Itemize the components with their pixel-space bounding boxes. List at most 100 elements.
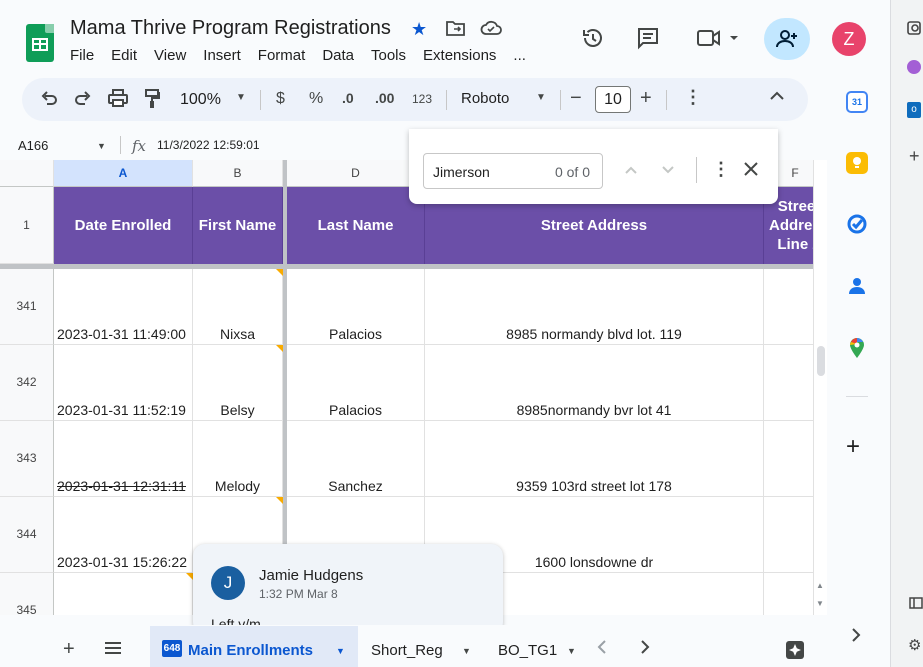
- comments-icon[interactable]: [636, 26, 660, 56]
- cell-date-enrolled[interactable]: 2023-01-31 11:52:19: [54, 345, 193, 421]
- row-header[interactable]: 345: [0, 573, 54, 615]
- tasks-icon[interactable]: [846, 213, 868, 235]
- contacts-icon[interactable]: [846, 275, 868, 297]
- show-side-panel-chevron-icon[interactable]: [851, 628, 861, 647]
- header-cell-last-name[interactable]: Last Name: [287, 187, 425, 264]
- menu-format[interactable]: Format: [258, 47, 306, 64]
- move-folder-icon[interactable]: [446, 20, 466, 41]
- find-more-options-icon[interactable]: ⋮: [712, 159, 730, 180]
- decrease-decimal-button[interactable]: .0: [342, 90, 354, 106]
- header-cell-date-enrolled[interactable]: Date Enrolled: [54, 187, 193, 264]
- row-header[interactable]: 344: [0, 497, 54, 573]
- column-header-b[interactable]: B: [193, 160, 283, 187]
- sheet-tab-menu-icon[interactable]: ▼: [462, 646, 471, 656]
- scroll-down-icon[interactable]: ▼: [816, 599, 824, 608]
- all-sheets-icon[interactable]: [104, 641, 122, 659]
- name-box[interactable]: A166: [18, 138, 48, 153]
- scroll-tabs-left-chevron-icon[interactable]: [597, 640, 607, 658]
- percent-format-button[interactable]: %: [309, 90, 323, 108]
- note-indicator[interactable]: [276, 345, 283, 352]
- sheet-tab-menu-icon[interactable]: ▼: [336, 646, 345, 656]
- browser-settings-gear-icon[interactable]: ⚙: [908, 636, 921, 654]
- outlook-icon[interactable]: o: [907, 102, 921, 118]
- menu-more[interactable]: ...: [513, 47, 526, 64]
- column-header-a[interactable]: A: [54, 160, 193, 187]
- explore-icon[interactable]: [785, 640, 805, 664]
- increase-decimal-button[interactable]: .00: [375, 90, 394, 106]
- font-family-select[interactable]: Roboto: [461, 90, 509, 107]
- cell-last-name[interactable]: Palacios: [287, 269, 425, 345]
- document-title[interactable]: Mama Thrive Program Registrations: [70, 17, 391, 40]
- cell-first-name[interactable]: Belsy: [193, 345, 283, 421]
- font-chevron-down-icon[interactable]: ▼: [536, 92, 546, 103]
- sheet-tab-menu-icon[interactable]: ▼: [567, 646, 576, 656]
- scrollbar-thumb[interactable]: [817, 346, 825, 376]
- cell-first-name[interactable]: Melody: [193, 421, 283, 497]
- menu-data[interactable]: Data: [322, 47, 354, 64]
- scroll-tabs-right-chevron-icon[interactable]: [640, 640, 650, 658]
- cell-street-address[interactable]: 8985normandy bvr lot 41: [425, 345, 764, 421]
- formula-input[interactable]: 11/3/2022 12:59:01: [157, 138, 260, 152]
- undo-icon[interactable]: [40, 89, 58, 112]
- close-find-icon[interactable]: [744, 162, 758, 179]
- add-sheet-icon[interactable]: +: [63, 638, 75, 661]
- redo-icon[interactable]: [74, 89, 92, 112]
- paint-format-icon[interactable]: [144, 89, 160, 114]
- keep-icon[interactable]: [846, 152, 868, 174]
- copilot-icon[interactable]: [907, 60, 921, 74]
- row-header-1[interactable]: 1: [0, 187, 54, 264]
- decrease-font-size-icon[interactable]: −: [570, 87, 582, 110]
- column-header-d[interactable]: D: [287, 160, 425, 187]
- star-icon[interactable]: ★: [411, 19, 427, 40]
- row-header[interactable]: 343: [0, 421, 54, 497]
- increase-font-size-icon[interactable]: +: [640, 87, 652, 110]
- cell-date-enrolled[interactable]: 2023-01-31 11:49:00: [54, 269, 193, 345]
- sheet-tab-label[interactable]: Main Enrollments: [188, 642, 313, 659]
- cell-last-name[interactable]: Palacios: [287, 345, 425, 421]
- note-indicator[interactable]: [186, 573, 193, 580]
- cell-date-enrolled[interactable]: 2023-01-31 12:31:11: [54, 421, 193, 497]
- cloud-saved-icon[interactable]: [480, 20, 502, 41]
- more-formats-button[interactable]: 123: [412, 92, 432, 106]
- menu-view[interactable]: View: [154, 47, 186, 64]
- browser-search-icon[interactable]: [907, 20, 923, 41]
- cell-last-name[interactable]: Sanchez: [287, 421, 425, 497]
- cell-date-enrolled[interactable]: 2023-01-31 15:26:22: [54, 497, 193, 573]
- font-size-input[interactable]: 10: [595, 86, 631, 113]
- browser-panel-icon[interactable]: [909, 596, 923, 615]
- scroll-up-icon[interactable]: ▲: [816, 581, 824, 590]
- menu-file[interactable]: File: [70, 47, 94, 64]
- maps-icon[interactable]: [846, 337, 868, 359]
- zoom-chevron-down-icon[interactable]: ▼: [236, 92, 246, 103]
- menu-insert[interactable]: Insert: [203, 47, 241, 64]
- previous-match-chevron-up-icon[interactable]: [625, 161, 637, 177]
- header-cell-first-name[interactable]: First Name: [193, 187, 283, 264]
- comment-card[interactable]: J Jamie Hudgens 1:32 PM Mar 8 Left v/m: [193, 544, 503, 634]
- name-box-chevron-down-icon[interactable]: ▼: [97, 141, 106, 151]
- cell-first-name[interactable]: Nixsa: [193, 269, 283, 345]
- next-match-chevron-down-icon[interactable]: [662, 161, 674, 177]
- note-indicator[interactable]: [276, 269, 283, 276]
- more-options-icon[interactable]: ⋮: [684, 87, 702, 108]
- share-button[interactable]: [764, 18, 810, 60]
- sheet-tab-short-reg[interactable]: Short_Reg: [371, 642, 443, 659]
- currency-format-button[interactable]: $: [276, 90, 285, 108]
- version-history-icon[interactable]: [581, 26, 605, 56]
- menu-tools[interactable]: Tools: [371, 47, 406, 64]
- row-header[interactable]: 341: [0, 269, 54, 345]
- row-header[interactable]: 342: [0, 345, 54, 421]
- cell-date-enrolled[interactable]: [54, 573, 193, 615]
- print-icon[interactable]: [108, 89, 128, 112]
- meet-icon[interactable]: [696, 26, 740, 56]
- sheets-logo-icon[interactable]: [26, 24, 54, 62]
- find-input[interactable]: Jimerson 0 of 0: [423, 153, 603, 189]
- menu-extensions[interactable]: Extensions: [423, 47, 496, 64]
- sheet-tab-bo-tg1[interactable]: BO_TG1: [498, 642, 557, 659]
- cell-street-address[interactable]: 9359 103rd street lot 178: [425, 421, 764, 497]
- menu-edit[interactable]: Edit: [111, 47, 137, 64]
- note-indicator[interactable]: [276, 497, 283, 504]
- vertical-scrollbar[interactable]: ▲ ▼: [813, 160, 827, 615]
- cell-street-address[interactable]: 8985 normandy blvd lot. 119: [425, 269, 764, 345]
- collapse-chevron-up-icon[interactable]: [770, 88, 784, 106]
- select-all-corner[interactable]: [0, 160, 54, 187]
